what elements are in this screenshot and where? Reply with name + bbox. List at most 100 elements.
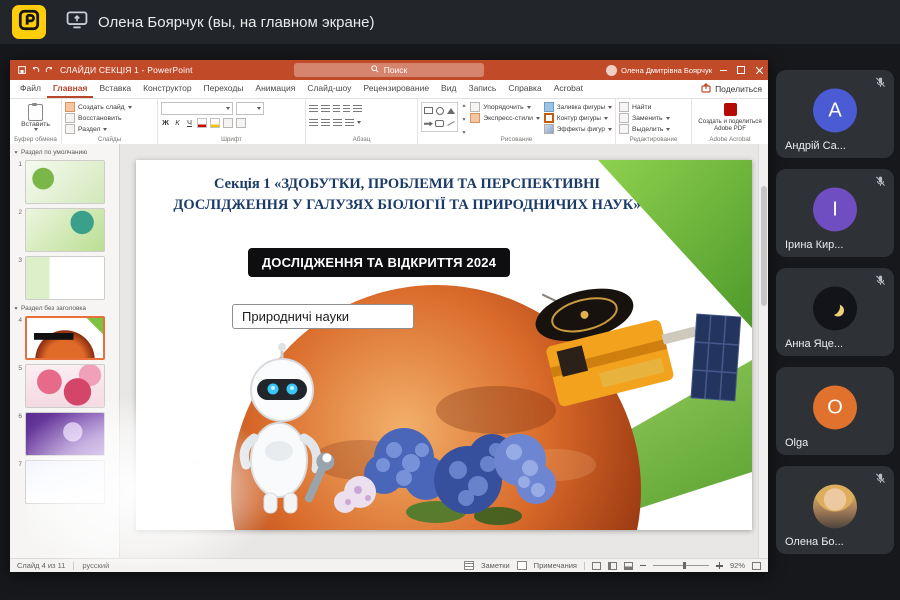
slide-thumb-1[interactable]: 1 <box>10 158 119 206</box>
zoom-slider-knob[interactable] <box>683 562 686 569</box>
participant-tile-andriy[interactable]: А Андрій Са... <box>776 70 894 158</box>
scrollbar-thumb[interactable] <box>761 186 767 306</box>
shape-fill-button[interactable]: Заливка фигуры <box>544 102 612 112</box>
tab-record[interactable]: Запись <box>462 80 502 98</box>
shapes-gallery[interactable] <box>421 102 458 132</box>
numbering-button[interactable] <box>321 105 330 113</box>
change-case-button[interactable] <box>236 118 246 128</box>
create-pdf-button[interactable]: Создать и поделиться Adobe PDF <box>695 102 765 134</box>
columns-dropdown-icon[interactable] <box>357 121 361 124</box>
paste-button[interactable]: Вставить <box>14 102 58 134</box>
comments-toggle[interactable]: Примечания <box>534 561 577 570</box>
slide-thumbnail-image[interactable] <box>25 412 105 456</box>
font-color-button[interactable] <box>197 118 207 128</box>
tab-review[interactable]: Рецензирование <box>357 80 435 98</box>
zoom-in-icon[interactable] <box>716 562 723 569</box>
arrange-button[interactable]: Упорядочить <box>470 102 540 112</box>
section-header-default[interactable]: Раздел по умолчанию <box>10 146 119 158</box>
current-slide[interactable]: Секція 1 «ЗДОБУТКИ, ПРОБЛЕМИ ТА ПЕРСПЕКТ… <box>136 160 752 530</box>
zoom-out-icon[interactable] <box>640 565 646 567</box>
select-button[interactable]: Выделить <box>619 124 670 134</box>
align-right-button[interactable] <box>333 119 342 127</box>
font-size-box[interactable] <box>236 102 264 115</box>
tab-transitions[interactable]: Переходы <box>198 80 250 98</box>
participant-tile-olena[interactable]: Олена Бо... <box>776 466 894 554</box>
shape-effects-button[interactable]: Эффекты фигур <box>544 124 612 134</box>
reset-button[interactable]: Восстановить <box>65 113 132 123</box>
slide-canvas[interactable]: Секція 1 «ЗДОБУТКИ, ПРОБЛЕМИ ТА ПЕРСПЕКТ… <box>120 144 768 558</box>
shape-outline-button[interactable]: Контур фигуры <box>544 113 612 123</box>
redo-icon[interactable] <box>45 66 54 75</box>
close-icon[interactable] <box>750 60 768 80</box>
participant-tile-iryna[interactable]: І Ірина Кир... <box>776 169 894 257</box>
shapes-gallery-scroll[interactable] <box>462 102 466 136</box>
comments-icon[interactable] <box>517 561 527 570</box>
slide-title[interactable]: Секція 1 «ЗДОБУТКИ, ПРОБЛЕМИ ТА ПЕРСПЕКТ… <box>142 174 672 216</box>
tab-slideshow[interactable]: Слайд-шоу <box>301 80 357 98</box>
save-icon[interactable] <box>17 66 26 75</box>
canvas-scrollbar[interactable] <box>758 144 768 558</box>
zoom-slider[interactable] <box>653 565 709 566</box>
tab-acrobat[interactable]: Acrobat <box>548 80 589 98</box>
bold-button[interactable]: Ж <box>161 118 170 127</box>
new-slide-button[interactable]: Создать слайд <box>65 102 132 112</box>
slide-thumb-5[interactable]: 5 <box>10 362 119 410</box>
notes-toggle[interactable]: Заметки <box>481 561 510 570</box>
tab-file[interactable]: Файл <box>14 80 47 98</box>
active-share-banner[interactable]: Олена Боярчук (вы, на главном экране) <box>66 11 374 33</box>
participant-tile-anna[interactable]: Анна Яце... <box>776 268 894 356</box>
account-info[interactable]: Олена Дмитрівна Боярчук <box>606 60 712 80</box>
participant-tile-olga[interactable]: O Olga <box>776 367 894 455</box>
slide-thumb-3[interactable]: 3 <box>10 254 119 302</box>
quick-styles-button[interactable]: Экспресс-стили <box>470 113 540 123</box>
slide-thumbnail-image[interactable] <box>25 460 105 504</box>
section-button[interactable]: Раздел <box>65 124 132 134</box>
bullets-button[interactable] <box>309 105 318 113</box>
slide-thumbnail-panel[interactable]: Раздел по умолчанию 1 2 3 Раздел без заг… <box>10 144 120 558</box>
slide-thumb-7[interactable]: 7 <box>10 458 119 506</box>
slide-thumb-6[interactable]: 6 <box>10 410 119 458</box>
slide-thumbnail-image[interactable] <box>25 208 105 252</box>
undo-icon[interactable] <box>31 66 40 75</box>
zoom-level[interactable]: 92% <box>730 561 745 570</box>
replace-button[interactable]: Заменить <box>619 113 670 123</box>
font-name-box[interactable] <box>161 102 233 115</box>
tab-view[interactable]: Вид <box>435 80 462 98</box>
align-left-button[interactable] <box>309 119 318 127</box>
underline-button[interactable]: Ч <box>185 118 194 127</box>
justify-button[interactable] <box>345 119 354 127</box>
maximize-icon[interactable] <box>732 60 750 80</box>
tab-home[interactable]: Главная <box>47 80 94 98</box>
search-box[interactable]: Поиск <box>294 63 484 77</box>
slide-thumbnail-image[interactable] <box>25 316 105 360</box>
app-logo[interactable] <box>12 5 46 39</box>
tab-help[interactable]: Справка <box>502 80 547 98</box>
language-indicator[interactable]: русский <box>82 561 109 570</box>
slide-thumb-4-selected[interactable]: 4 <box>10 314 119 362</box>
align-center-button[interactable] <box>321 119 330 127</box>
slide-thumbnail-image[interactable] <box>25 364 105 408</box>
decrease-indent-button[interactable] <box>333 105 340 113</box>
line-spacing-button[interactable] <box>353 105 362 113</box>
slide-subtitle-box[interactable]: Природничі науки <box>232 304 414 329</box>
slide-thumbnail-image[interactable] <box>25 160 105 204</box>
slide-thumb-2[interactable]: 2 <box>10 206 119 254</box>
normal-view-icon[interactable] <box>592 562 601 570</box>
notes-icon[interactable] <box>464 561 474 570</box>
fit-to-window-icon[interactable] <box>752 562 761 570</box>
paste-dropdown-icon[interactable] <box>34 128 38 131</box>
tab-animations[interactable]: Анимация <box>249 80 301 98</box>
reading-view-icon[interactable] <box>624 562 633 570</box>
italic-button[interactable]: К <box>173 118 182 127</box>
tab-insert[interactable]: Вставка <box>93 80 137 98</box>
slide-sorter-view-icon[interactable] <box>608 562 617 570</box>
find-button[interactable]: Найти <box>619 102 670 112</box>
share-button[interactable]: Поделиться <box>701 80 762 98</box>
slide-banner-box[interactable]: ДОСЛІДЖЕННЯ ТА ВІДКРИТТЯ 2024 <box>248 248 510 277</box>
highlight-button[interactable] <box>210 118 220 128</box>
minimize-icon[interactable] <box>714 60 732 80</box>
increase-indent-button[interactable] <box>343 105 350 113</box>
section-header-untitled[interactable]: Раздел без заголовка <box>10 302 119 314</box>
character-spacing-button[interactable] <box>223 118 233 128</box>
slide-thumbnail-image[interactable] <box>25 256 105 300</box>
